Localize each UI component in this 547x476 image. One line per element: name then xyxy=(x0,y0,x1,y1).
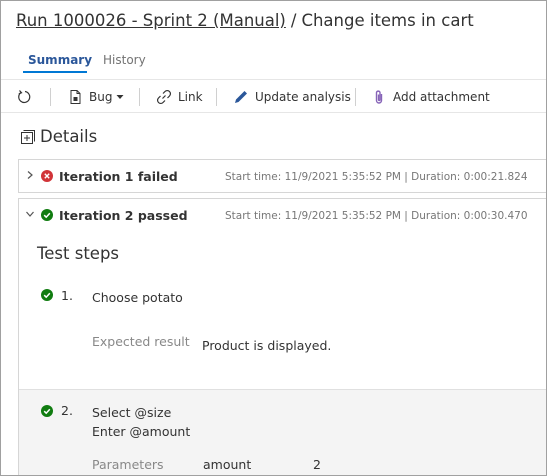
active-tab-indicator xyxy=(23,71,87,73)
test-run-window: Run 1000026 - Sprint 2 (Manual) / Change i… xyxy=(0,0,547,476)
expected-result-label: Expected result xyxy=(92,334,190,349)
collapse-section-icon xyxy=(21,129,35,144)
passed-icon xyxy=(41,289,53,301)
pencil-icon xyxy=(235,91,247,103)
update-analysis-button[interactable]: Update analysis xyxy=(233,88,351,106)
link-button[interactable]: Link xyxy=(156,88,203,106)
toolbar-divider xyxy=(139,88,140,106)
step-number: 2. xyxy=(61,403,73,418)
details-section-header[interactable]: Details xyxy=(21,127,97,146)
test-step[interactable]: 2. Select @size Enter @amount Parameters… xyxy=(19,389,546,475)
paperclip-icon xyxy=(375,90,383,104)
iteration-header[interactable]: Iteration 1 failed Start time: 11/9/2021… xyxy=(19,160,546,194)
step-number: 1. xyxy=(61,288,73,303)
expected-result-value: Product is displayed. xyxy=(202,338,332,353)
breadcrumb-separator: / xyxy=(290,11,297,30)
iteration-header[interactable]: Iteration 2 passed Start time: 11/9/2021… xyxy=(19,199,546,233)
passed-icon xyxy=(41,405,53,417)
chevron-down-icon xyxy=(26,211,34,217)
chevron-right-icon xyxy=(27,171,33,179)
step-action: Choose potato xyxy=(92,290,183,305)
add-attachment-label: Add attachment xyxy=(393,90,490,104)
tab-bar: Summary History xyxy=(1,49,546,73)
update-analysis-label: Update analysis xyxy=(255,90,351,104)
page-header: Run 1000026 - Sprint 2 (Manual) / Change i… xyxy=(16,11,474,30)
parameter-value: 2 xyxy=(313,457,321,472)
test-step[interactable]: 1. Choose potato Expected result Product… xyxy=(19,279,546,389)
add-attachment-button[interactable]: Add attachment xyxy=(371,88,490,106)
chevron-down-icon xyxy=(116,95,124,99)
tab-summary[interactable]: Summary xyxy=(28,53,92,67)
bug-label: Bug xyxy=(89,90,113,104)
step-action-line: Select @size xyxy=(92,405,172,420)
iteration-panel: Iteration 1 failed Start time: 11/9/2021… xyxy=(18,159,546,194)
parameter-name: amount xyxy=(203,457,252,472)
test-steps-title: Test steps xyxy=(37,244,120,263)
iteration-title: Iteration 1 failed xyxy=(59,169,178,184)
run-link[interactable]: Run 1000026 - Sprint 2 (Manual) xyxy=(16,11,286,30)
toolbar: Bug Link Update analysis Add attachment xyxy=(1,79,546,113)
toolbar-divider xyxy=(216,88,217,106)
passed-icon xyxy=(41,209,53,221)
link-icon xyxy=(156,89,172,105)
parameters-label: Parameters xyxy=(92,457,164,472)
failed-icon xyxy=(41,170,53,182)
tab-history[interactable]: History xyxy=(103,53,146,67)
iteration-title: Iteration 2 passed xyxy=(59,208,188,223)
bug-icon xyxy=(70,90,81,104)
details-title: Details xyxy=(40,127,98,146)
step-action-line: Enter @amount xyxy=(92,424,191,439)
refresh-button[interactable] xyxy=(17,88,39,106)
iteration-meta: Start time: 11/9/2021 5:35:52 PM | Durat… xyxy=(225,210,528,222)
refresh-icon xyxy=(18,90,31,104)
link-label: Link xyxy=(178,90,203,104)
iteration-panel: Iteration 2 passed Start time: 11/9/2021… xyxy=(18,198,546,475)
toolbar-divider xyxy=(355,88,356,106)
page-title: Change items in cart xyxy=(301,11,474,30)
iteration-meta: Start time: 11/9/2021 5:35:52 PM | Durat… xyxy=(225,171,528,183)
bug-dropdown-button[interactable]: Bug xyxy=(67,88,124,106)
toolbar-divider xyxy=(50,88,51,106)
